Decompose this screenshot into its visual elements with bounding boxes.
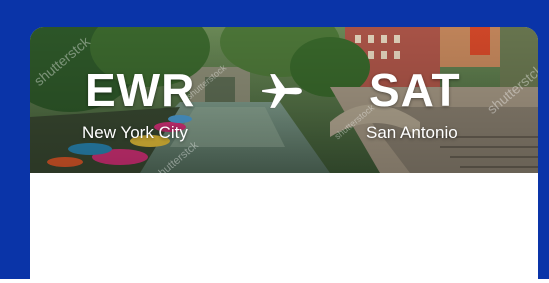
destination-city-name: San Antonio xyxy=(366,123,458,142)
origin-city-name: New York City xyxy=(82,123,188,142)
destination-photo: shutterstck shutterstock shutterstck shu… xyxy=(30,27,538,173)
origin-airport-code: EWR xyxy=(85,64,196,116)
destination-airport-code: SAT xyxy=(369,64,461,116)
airplane-icon xyxy=(260,71,304,111)
flight-card[interactable]: shutterstck shutterstock shutterstck shu… xyxy=(30,27,538,279)
